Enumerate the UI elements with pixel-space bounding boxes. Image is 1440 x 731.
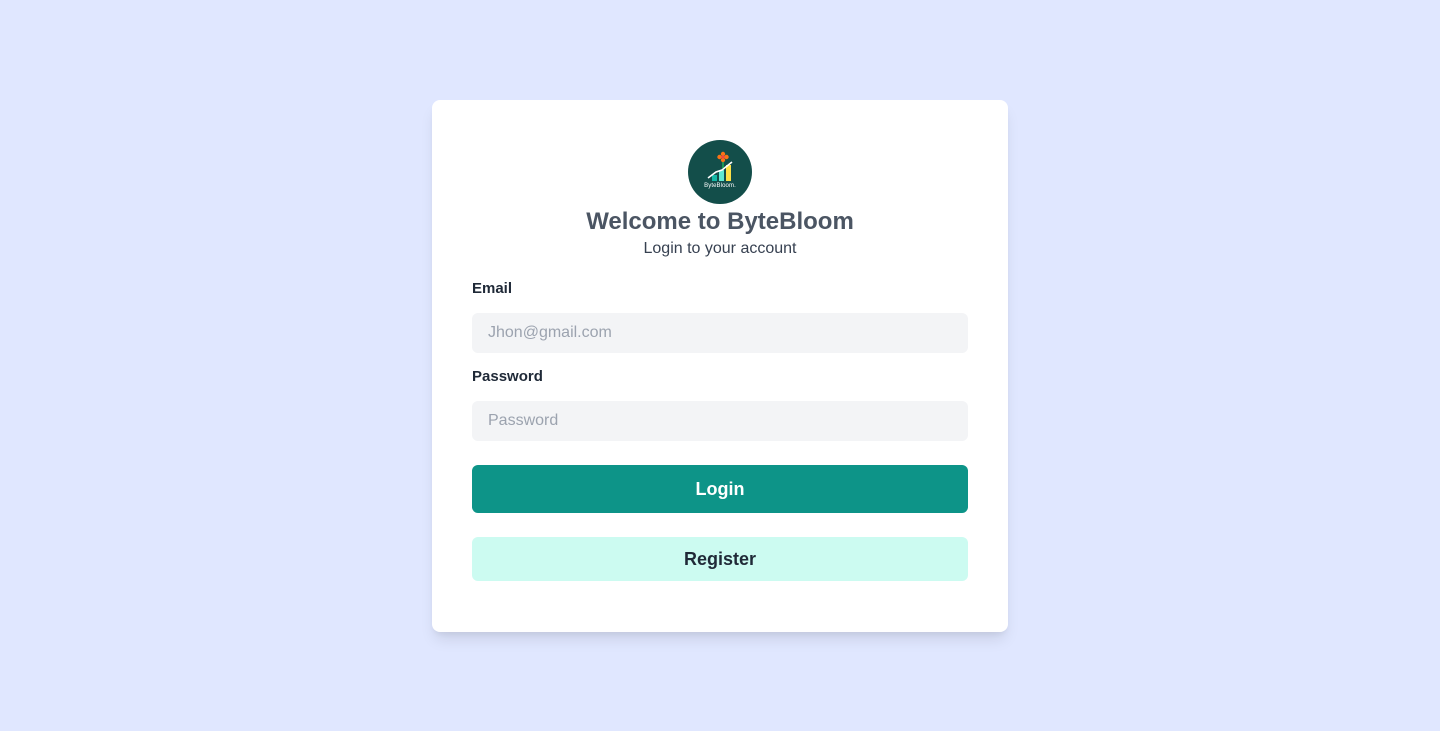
login-button[interactable]: Login: [472, 465, 968, 513]
password-label: Password: [472, 368, 543, 385]
logo-text: ByteBloom.: [704, 183, 736, 189]
page-title: Welcome to ByteBloom: [586, 208, 854, 235]
email-label: Email: [472, 280, 513, 297]
register-button[interactable]: Register: [472, 537, 968, 581]
flower-chart-icon: [707, 151, 733, 181]
login-card: ByteBloom. Welcome to ByteBloom Login to…: [432, 100, 1008, 632]
logo-wrap: ByteBloom.: [472, 140, 968, 204]
page-subtitle: Login to your account: [643, 240, 797, 257]
email-input[interactable]: [472, 313, 968, 353]
password-input[interactable]: [472, 401, 968, 441]
bytebloom-logo: ByteBloom.: [688, 140, 752, 204]
